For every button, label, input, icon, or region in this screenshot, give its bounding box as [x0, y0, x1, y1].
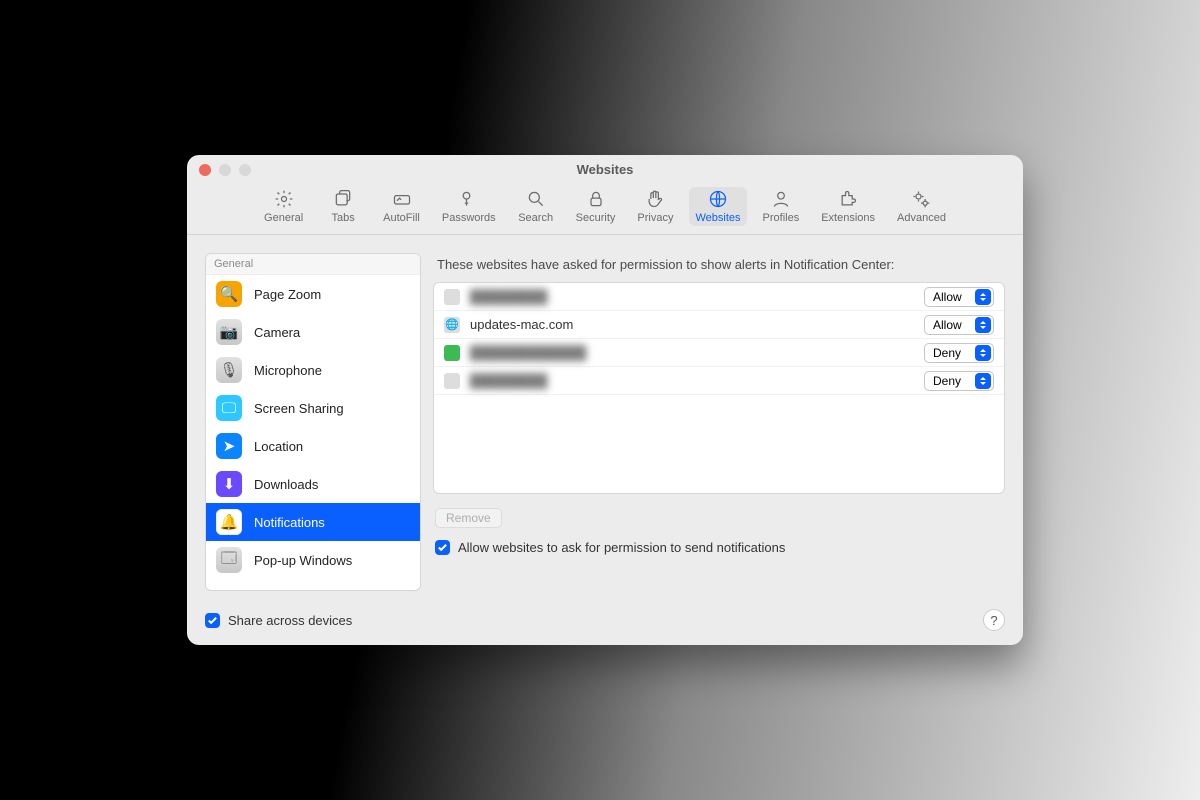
- titlebar: Websites: [187, 155, 1023, 183]
- tab-websites[interactable]: Websites: [689, 187, 746, 226]
- stepper-arrows-icon: [975, 317, 991, 333]
- tab-passwords[interactable]: Passwords: [436, 187, 502, 226]
- permission-select[interactable]: Deny: [924, 371, 994, 391]
- window-controls: [199, 164, 251, 176]
- checkbox-checked-icon: [205, 613, 220, 628]
- microphone-icon: 🎙: [216, 357, 242, 383]
- share-across-devices-label: Share across devices: [228, 613, 352, 628]
- sidebar-item-location[interactable]: ➤ Location: [206, 427, 420, 465]
- site-favicon: 🌐: [444, 317, 460, 333]
- help-icon: ?: [990, 613, 997, 628]
- tab-advanced[interactable]: Advanced: [891, 187, 952, 226]
- preferences-toolbar: General Tabs AutoFill Passwords Search S…: [187, 183, 1023, 235]
- window-footer: Share across devices ?: [187, 605, 1023, 645]
- website-row[interactable]: ████████████ Deny: [434, 339, 1004, 367]
- puzzle-icon: [837, 189, 859, 209]
- sidebar-item-screen-sharing[interactable]: 🖵 Screen Sharing: [206, 389, 420, 427]
- hand-icon: [644, 189, 666, 209]
- pencil-box-icon: [391, 189, 413, 209]
- tabs-icon: [332, 189, 354, 209]
- content-area: General 🔍 Page Zoom 📷 Camera 🎙 Microphon…: [187, 235, 1023, 605]
- share-across-devices-row[interactable]: Share across devices: [205, 613, 352, 628]
- preferences-window: Websites General Tabs AutoFill Passwords…: [187, 155, 1023, 645]
- gear-icon: [273, 189, 295, 209]
- permission-select[interactable]: Allow: [924, 315, 994, 335]
- download-icon: ⬇: [216, 471, 242, 497]
- sidebar-item-notifications[interactable]: 🔔 Notifications: [206, 503, 420, 541]
- sidebar-item-downloads[interactable]: ⬇ Downloads: [206, 465, 420, 503]
- gears-icon: [910, 189, 932, 209]
- websites-sidebar: General 🔍 Page Zoom 📷 Camera 🎙 Microphon…: [205, 253, 421, 591]
- tab-privacy[interactable]: Privacy: [631, 187, 679, 226]
- site-name: ████████████: [470, 345, 914, 360]
- location-icon: ➤: [216, 433, 242, 459]
- tab-search[interactable]: Search: [512, 187, 560, 226]
- website-row[interactable]: ████████ Deny: [434, 367, 1004, 395]
- site-name: ████████: [470, 373, 914, 388]
- site-favicon: [444, 289, 460, 305]
- help-button[interactable]: ?: [983, 609, 1005, 631]
- tab-profiles[interactable]: Profiles: [757, 187, 806, 226]
- minimize-window-button[interactable]: [219, 164, 231, 176]
- allow-ask-label: Allow websites to ask for permission to …: [458, 540, 785, 555]
- detail-description: These websites have asked for permission…: [437, 257, 1005, 272]
- detail-actions: Remove Allow websites to ask for permiss…: [433, 508, 1005, 555]
- sidebar-item-popup-windows[interactable]: 🗔 Pop-up Windows: [206, 541, 420, 579]
- site-favicon: [444, 345, 460, 361]
- permission-select[interactable]: Allow: [924, 287, 994, 307]
- tab-tabs[interactable]: Tabs: [319, 187, 367, 226]
- bell-icon: 🔔: [216, 509, 242, 535]
- window-title: Websites: [577, 162, 634, 177]
- sidebar-item-camera[interactable]: 📷 Camera: [206, 313, 420, 351]
- screen-icon: 🖵: [216, 395, 242, 421]
- stepper-arrows-icon: [975, 345, 991, 361]
- zoom-window-button[interactable]: [239, 164, 251, 176]
- tab-extensions[interactable]: Extensions: [815, 187, 881, 226]
- permission-select[interactable]: Deny: [924, 343, 994, 363]
- search-icon: [525, 189, 547, 209]
- close-window-button[interactable]: [199, 164, 211, 176]
- zoom-icon: 🔍: [216, 281, 242, 307]
- allow-ask-checkbox-row[interactable]: Allow websites to ask for permission to …: [435, 540, 1005, 555]
- tab-autofill[interactable]: AutoFill: [377, 187, 426, 226]
- key-icon: [458, 189, 480, 209]
- detail-pane: These websites have asked for permission…: [433, 253, 1005, 591]
- website-row[interactable]: 🌐 updates-mac.com Allow: [434, 311, 1004, 339]
- stepper-arrows-icon: [975, 289, 991, 305]
- sidebar-section-label: General: [206, 254, 420, 275]
- site-name: updates-mac.com: [470, 317, 914, 332]
- person-icon: [770, 189, 792, 209]
- stepper-arrows-icon: [975, 373, 991, 389]
- sidebar-item-page-zoom[interactable]: 🔍 Page Zoom: [206, 275, 420, 313]
- remove-button[interactable]: Remove: [435, 508, 502, 528]
- camera-icon: 📷: [216, 319, 242, 345]
- sidebar-item-microphone[interactable]: 🎙 Microphone: [206, 351, 420, 389]
- websites-list: ████████ Allow 🌐 updates-mac.com Allow █…: [433, 282, 1005, 494]
- popup-icon: 🗔: [216, 547, 242, 573]
- globe-icon: [707, 189, 729, 209]
- checkbox-checked-icon: [435, 540, 450, 555]
- site-name: ████████: [470, 289, 914, 304]
- tab-security[interactable]: Security: [570, 187, 622, 226]
- website-row[interactable]: ████████ Allow: [434, 283, 1004, 311]
- tab-general[interactable]: General: [258, 187, 309, 226]
- site-favicon: [444, 373, 460, 389]
- lock-icon: [585, 189, 607, 209]
